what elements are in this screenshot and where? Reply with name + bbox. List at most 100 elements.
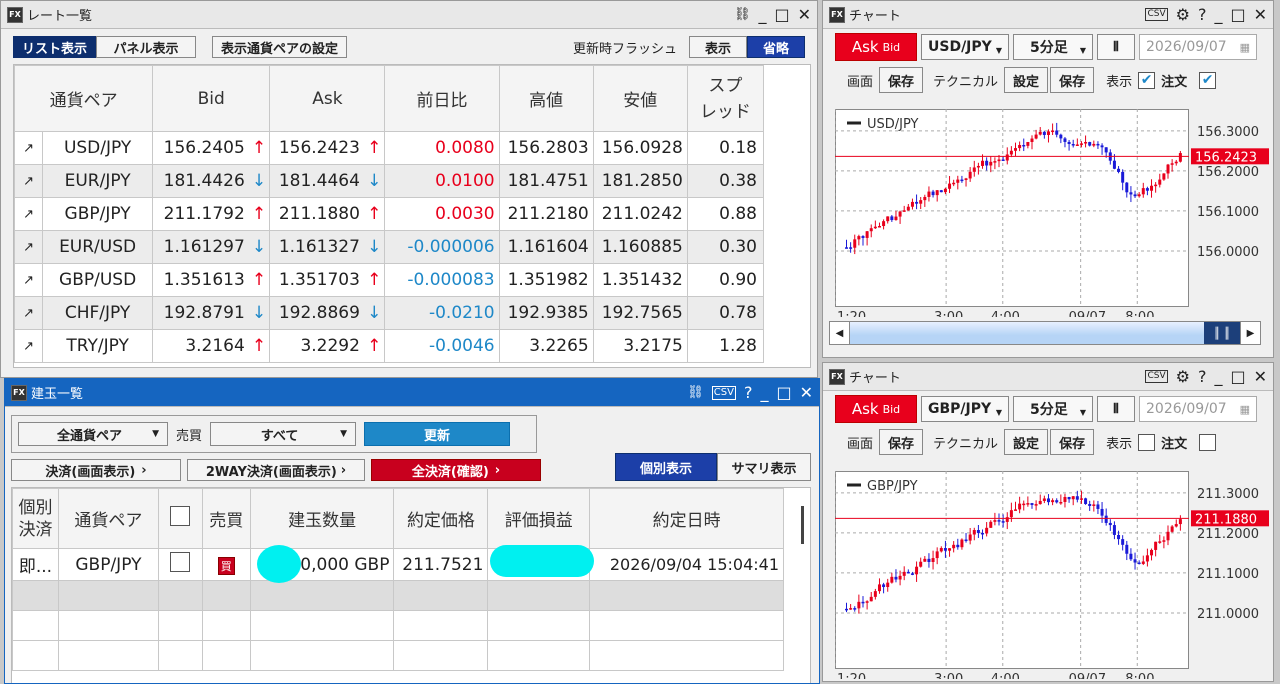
maximize-icon[interactable]: □ [1230,6,1245,23]
close-icon[interactable]: ✕ [1254,6,1267,23]
csv-icon[interactable]: CSV [1145,8,1168,21]
ask-cell[interactable]: 1.351703 [269,263,364,297]
rate-row[interactable]: ↗ GBP/JPY 211.1792 ↑ 211.1880 ↑ 0.0030 211.2180… [14,197,765,231]
ask-cell[interactable]: 1.161327 [269,230,364,264]
period-select[interactable]: 5分足 ▼ [1013,34,1093,60]
view-summary-button[interactable]: サマリ表示 [717,453,811,481]
view-individual-button[interactable]: 個別表示 [615,453,717,481]
technical-save-button[interactable]: 保存 [1050,67,1095,93]
second-checkbox[interactable]: ✔ [1199,71,1217,89]
flash-show-button[interactable]: 表示 [689,36,747,58]
rate-row[interactable]: ↗ CHF/JPY 192.8791 ↓ 192.8869 ↓ -0.0210 192.938… [14,296,765,330]
order-checkbox[interactable]: ✔ [1138,71,1156,89]
rate-row[interactable]: ↗ GBP/USD 1.351613 ↑ 1.351703 ↑ -0.000083 1.351… [14,263,765,297]
settle-now-cell[interactable]: 即... [12,548,59,581]
close-icon[interactable]: ✕ [798,6,811,23]
date-input[interactable]: 2026/09/07 ▦ [1139,34,1257,60]
settle-screen-button[interactable]: 決済(画面表示) › [11,459,181,481]
gear-icon[interactable]: ⚙ [1176,368,1190,385]
vertical-scrollbar[interactable] [801,506,804,544]
table-row[interactable]: 即... GBP/JPY 買 0,000 GBP 211.7521 2026/0… [12,545,784,583]
bid-cell[interactable]: 1.351613 [152,263,249,297]
navigator-overview[interactable] [850,322,1204,344]
rate-row[interactable]: ↗ TRY/JPY 3.2164 ↑ 3.2292 ↑ -0.0046 3.2265 3.217… [14,329,765,363]
gear-icon[interactable]: ⚙ [1176,6,1190,23]
chart-area[interactable]: 156.3000 156.2000 156.1000 156.0000 1:20 3:00… [835,105,1271,317]
period-select[interactable]: 5分足 ▼ [1013,396,1093,422]
ask-cell[interactable]: 3.2292 [269,329,364,363]
ask-cell[interactable]: 192.8869 [269,296,364,330]
scroll-left-icon[interactable]: ◀ [830,322,850,344]
chart-open-icon[interactable]: ↗ [14,296,44,330]
bid-cell[interactable]: 156.2405 [152,131,249,165]
navigator-handle[interactable]: ║ ║ [1204,322,1240,344]
row-checkbox[interactable] [157,548,203,581]
technical-setting-button[interactable]: 設定 [1004,67,1049,93]
chart-type-select[interactable]: ⫴ [1097,34,1135,60]
rate-row[interactable]: ↗ USD/JPY 156.2405 ↑ 156.2423 ↑ 0.0080 156.2803… [14,131,765,165]
ask-cell[interactable]: 211.1880 [269,197,364,231]
pair-select[interactable]: USD/JPY ▼ [921,34,1009,60]
pair-settings-button[interactable]: 表示通貨ペアの設定 [212,36,348,58]
chart-open-icon[interactable]: ↗ [14,164,44,198]
technical-setting-button[interactable]: 設定 [1004,429,1049,455]
chart-open-icon[interactable]: ↗ [14,263,44,297]
chart-navigator-scrollbar[interactable]: ◀ ║ ║ ▶ [829,321,1261,345]
ask-cell[interactable]: 181.4464 [269,164,364,198]
link-icon[interactable]: ⛓ [687,386,704,399]
close-icon[interactable]: ✕ [800,384,813,401]
link-icon[interactable]: ⛓ [734,8,751,21]
tab-list-view[interactable]: リスト表示 [13,36,97,58]
order-checkbox[interactable] [1138,433,1156,451]
second-checkbox[interactable] [1199,433,1217,451]
pair-select[interactable]: GBP/JPY ▼ [921,396,1009,422]
order-label: 注文 [1161,74,1188,90]
date-input[interactable]: 2026/09/07 ▦ [1139,396,1257,422]
chart-type-select[interactable]: ⫴ [1097,396,1135,422]
minimize-icon[interactable]: _ [1214,368,1222,385]
technical-save-button[interactable]: 保存 [1050,429,1095,455]
chart-open-icon[interactable]: ↗ [14,230,44,264]
chart-open-icon[interactable]: ↗ [14,131,44,165]
chart-area[interactable]: 211.3000 211.2000 211.1000 211.0000 1:20 3:00… [835,467,1271,679]
pair-filter-select[interactable]: 全通貨ペア ▼ [18,422,168,446]
bid-cell[interactable]: 3.2164 [152,329,249,363]
flash-omit-button[interactable]: 省略 [747,36,805,58]
minimize-icon[interactable]: _ [758,6,766,23]
bid-cell[interactable]: 181.4426 [152,164,249,198]
maximize-icon[interactable]: □ [774,6,789,23]
settle-all-button[interactable]: 全決済(確認) › [371,459,541,481]
bid-cell[interactable]: 192.8791 [152,296,249,330]
help-icon[interactable]: ? [1198,6,1207,23]
ask-cell[interactable]: 156.2423 [269,131,364,165]
rate-row[interactable]: ↗ EUR/USD 1.161297 ↓ 1.161327 ↓ -0.000006 1.161… [14,230,765,264]
maximize-icon[interactable]: □ [1230,368,1245,385]
chart-open-icon[interactable]: ↗ [14,197,44,231]
maximize-icon[interactable]: □ [776,384,791,401]
bid-cell[interactable]: 1.161297 [152,230,249,264]
csv-icon[interactable]: CSV [1145,370,1168,383]
chart-titlebar[interactable]: FX チャート CSV ⚙? _ □ ✕ [823,363,1273,391]
rate-row[interactable]: ↗ EUR/JPY 181.4426 ↓ 181.4464 ↓ 0.0100 181.4751… [14,164,765,198]
chart-titlebar[interactable]: FX チャート CSV ⚙? _ □ ✕ [823,1,1273,29]
side-filter-select[interactable]: すべて ▼ [210,422,357,446]
csv-icon[interactable]: CSV [711,385,736,400]
minimize-icon[interactable]: _ [1214,6,1222,23]
select-all-checkbox[interactable] [157,488,203,549]
ask-bid-toggle[interactable]: Ask Bid [835,33,917,61]
ask-bid-toggle[interactable]: Ask Bid [835,395,917,423]
chart-open-icon[interactable]: ↗ [14,329,44,363]
refresh-button[interactable]: 更新 [364,422,511,446]
screen-save-button[interactable]: 保存 [879,429,924,455]
bid-cell[interactable]: 211.1792 [152,197,249,231]
help-icon[interactable]: ? [744,384,753,401]
minimize-icon[interactable]: _ [760,384,768,401]
position-list-titlebar[interactable]: FX 建玉一覧 ⛓ CSV ? _ □ ✕ [5,379,819,407]
close-icon[interactable]: ✕ [1254,368,1267,385]
scroll-right-icon[interactable]: ▶ [1240,322,1260,344]
tab-panel-view[interactable]: パネル表示 [96,36,197,58]
rate-list-titlebar[interactable]: FX レート一覧 ⛓ _ □ ✕ [1,1,817,29]
screen-save-button[interactable]: 保存 [879,67,924,93]
help-icon[interactable]: ? [1198,368,1207,385]
settle-2way-button[interactable]: 2WAY決済(画面表示) › [187,459,365,481]
